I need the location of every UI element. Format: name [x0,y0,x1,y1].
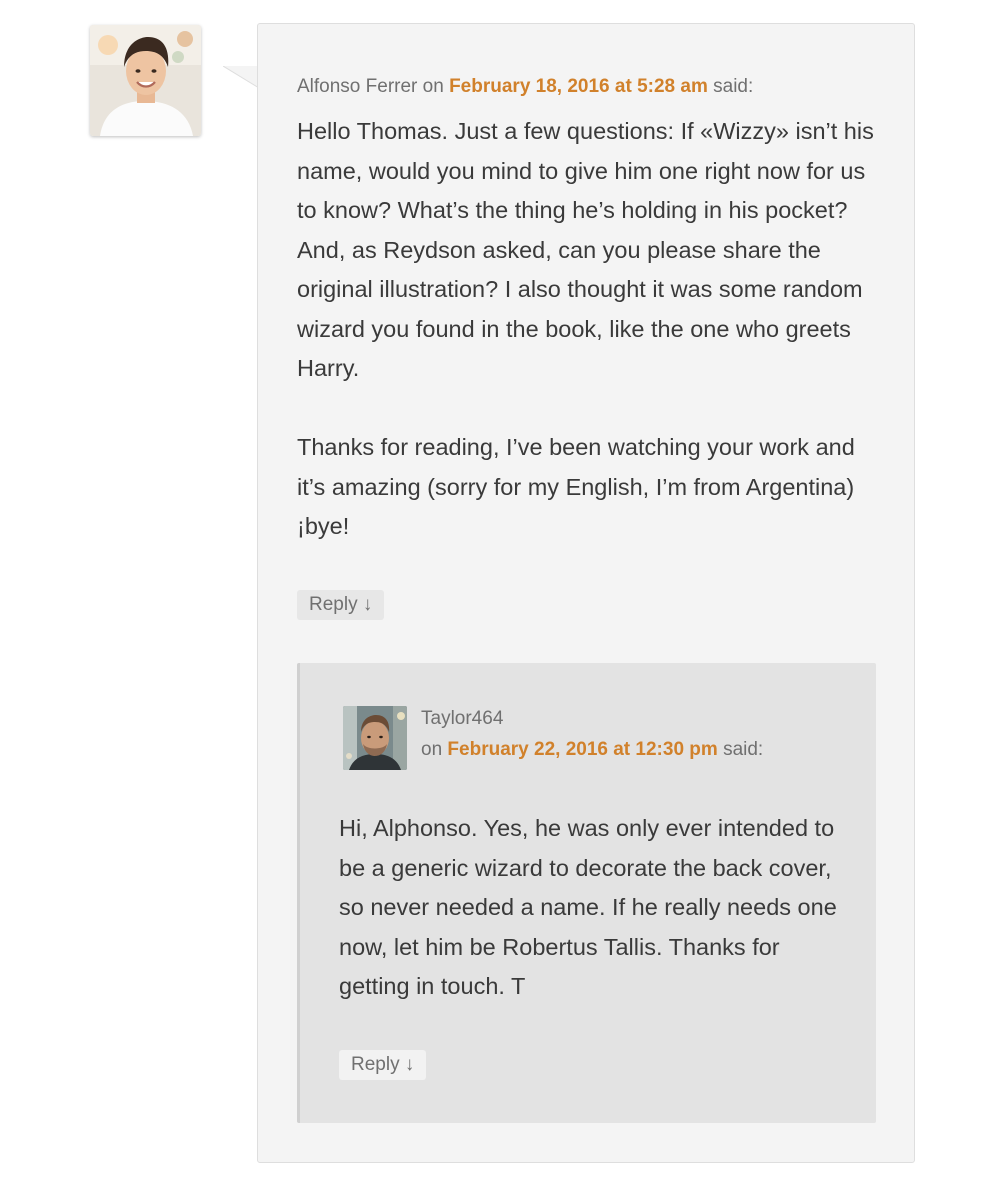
reply-button[interactable]: Reply ↓ [297,590,385,620]
comment-said: said: [723,739,764,760]
avatar [343,706,407,770]
comment-date-link[interactable]: February 18, 2016 at 5:28 am [449,76,708,97]
comment-on-word: on [421,739,443,760]
comment-paragraph: Thanks for reading, I’ve been watching y… [297,434,855,539]
comment-author[interactable]: Taylor464 [421,708,503,730]
comment-body: Hello Thomas. Just a few questions: If «… [297,112,887,547]
avatar [90,25,201,136]
speech-bubble-tail [223,66,259,88]
comment-on-word: on [422,76,444,97]
reply-comment: Taylor464 on February 22, 2016 at 12:30 … [297,663,876,1123]
comment-paragraph: Hello Thomas. Just a few questions: If «… [297,118,874,381]
avatar-photo-icon [90,25,201,136]
comment-paragraph: Hi, Alphonso. Yes, he was only ever inte… [339,815,837,999]
comment-said: said: [713,76,754,97]
comment-date-link[interactable]: February 22, 2016 at 12:30 pm [447,739,717,760]
reply-button[interactable]: Reply ↓ [339,1050,427,1080]
comment: Alfonso Ferrer on February 18, 2016 at 5… [257,23,915,1163]
comment-meta: Alfonso Ferrer on February 18, 2016 at 5… [297,76,753,98]
comment-meta: on February 22, 2016 at 12:30 pm said: [421,739,763,761]
comment-author: Alfonso Ferrer [297,76,418,97]
avatar-photo-icon [343,706,407,770]
comment-body: Hi, Alphonso. Yes, he was only ever inte… [339,809,839,1007]
